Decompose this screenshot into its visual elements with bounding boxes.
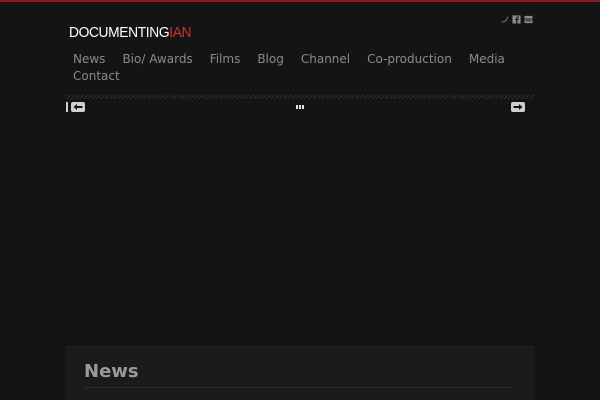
nav-item-news[interactable]: News <box>73 51 105 68</box>
main-navigation: News Bio/ Awards Films Blog Channel Co-p… <box>73 51 513 85</box>
nav-item-contact[interactable]: Contact <box>73 68 120 85</box>
logo-text-ian: IAN <box>169 24 192 41</box>
arrow-left-icon <box>73 104 83 110</box>
pager-dot[interactable] <box>299 105 301 109</box>
nav-item-co-production[interactable]: Co-production <box>367 51 452 68</box>
pager-dot[interactable] <box>296 105 298 109</box>
site-logo[interactable]: DOCUMENTINGIAN <box>69 24 191 42</box>
logo-text-documenting: DOCUMENTING <box>69 24 170 41</box>
pager-dot[interactable] <box>302 105 304 109</box>
youtube-icon[interactable] <box>524 15 533 24</box>
news-heading: News <box>84 361 139 382</box>
slider-pager[interactable] <box>296 105 304 109</box>
header-divider <box>66 95 534 99</box>
nav-item-channel[interactable]: Channel <box>301 51 350 68</box>
slider-edge-marker <box>66 102 68 112</box>
nav-item-films[interactable]: Films <box>210 51 241 68</box>
social-links <box>500 14 533 24</box>
facebook-icon[interactable] <box>512 14 521 24</box>
nav-item-bio-awards[interactable]: Bio/ Awards <box>122 51 192 68</box>
top-accent-bar <box>0 0 600 2</box>
nav-item-media[interactable]: Media <box>469 51 505 68</box>
image-slider <box>66 101 534 341</box>
nav-item-blog[interactable]: Blog <box>257 51 284 68</box>
slider-next-button[interactable] <box>511 102 525 112</box>
news-heading-rule <box>84 387 512 388</box>
news-section: News <box>66 346 534 400</box>
twitter-icon[interactable] <box>500 15 509 24</box>
arrow-right-icon <box>513 104 523 110</box>
slider-prev-button[interactable] <box>71 102 85 112</box>
